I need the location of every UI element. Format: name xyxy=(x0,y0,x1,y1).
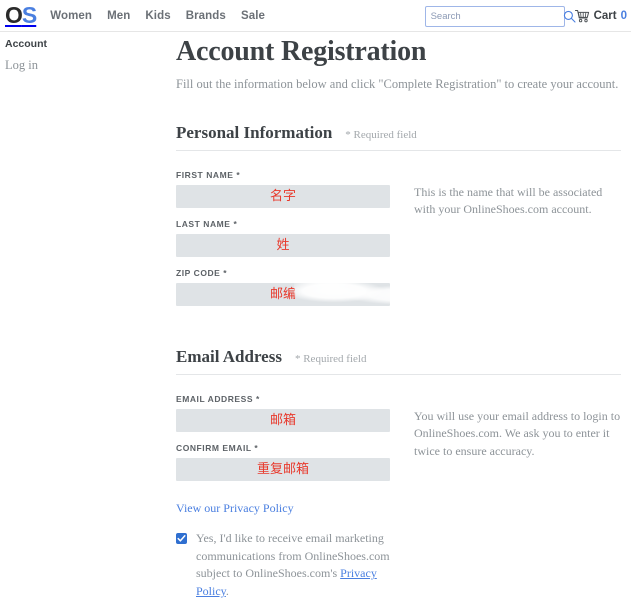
cart-label: Cart xyxy=(594,10,617,22)
annotation-confirm-email: 重复邮箱 xyxy=(257,463,309,476)
optin-checkbox[interactable] xyxy=(176,533,187,544)
search-box[interactable] xyxy=(425,6,565,27)
required-field-note: * Required field xyxy=(295,353,366,365)
annotation-email-address: 邮箱 xyxy=(270,414,296,427)
logo-letter-s: S xyxy=(22,4,36,27)
email-address-fields: EMAIL ADDRESS * 邮箱 CONFIRM EMAIL * 重复邮箱 … xyxy=(176,394,390,601)
last-name-input[interactable]: 姓 xyxy=(176,234,390,257)
section-divider xyxy=(176,150,621,151)
annotation-zip-code: 邮编 xyxy=(270,288,296,301)
cart-link[interactable]: Cart 0 xyxy=(575,9,627,23)
header-utilities: Cart 0 xyxy=(425,0,627,32)
account-sidebar: Account Log in xyxy=(5,38,115,73)
help-text-email: You will use your email address to login… xyxy=(414,408,621,460)
sidebar-item-log-in[interactable]: Log in xyxy=(5,58,115,73)
first-name-input[interactable]: 名字 xyxy=(176,185,390,208)
field-last-name: LAST NAME * 姓 xyxy=(176,219,390,257)
top-navigation-bar: OS Women Men Kids Brands Sale xyxy=(0,0,631,32)
registration-form: Account Registration Fill out the inform… xyxy=(176,36,621,601)
cart-count: 0 xyxy=(621,10,627,22)
section-header-email-address: Email Address * Required field xyxy=(176,347,621,367)
email-address-row: EMAIL ADDRESS * 邮箱 CONFIRM EMAIL * 重复邮箱 … xyxy=(176,394,621,601)
shopping-cart-icon xyxy=(575,9,590,23)
zip-code-input[interactable]: 邮编 xyxy=(176,283,390,306)
nav-item-kids[interactable]: Kids xyxy=(145,10,170,22)
nav-item-brands[interactable]: Brands xyxy=(186,10,226,22)
section-title: Email Address xyxy=(176,347,282,367)
main-nav: Women Men Kids Brands Sale xyxy=(50,10,265,22)
annotation-last-name: 姓 xyxy=(276,239,289,252)
field-label-last-name: LAST NAME * xyxy=(176,219,390,229)
personal-information-row: FIRST NAME * 名字 LAST NAME * 姓 ZIP CODE *… xyxy=(176,170,621,317)
section-divider xyxy=(176,374,621,375)
site-logo[interactable]: OS xyxy=(5,4,36,27)
nav-item-women[interactable]: Women xyxy=(50,10,92,22)
nav-item-men[interactable]: Men xyxy=(107,10,130,22)
search-input[interactable] xyxy=(431,11,563,22)
email-marketing-optin[interactable]: Yes, I'd like to receive email marketing… xyxy=(176,530,390,601)
page-intro-text: Fill out the information below and click… xyxy=(176,76,621,93)
personal-information-help: This is the name that will be associated… xyxy=(390,170,621,317)
logo-letter-o: O xyxy=(5,4,22,27)
field-label-email-address: EMAIL ADDRESS * xyxy=(176,394,390,404)
page-title: Account Registration xyxy=(176,36,621,68)
view-privacy-policy-link[interactable]: View our Privacy Policy xyxy=(176,501,294,516)
sidebar-heading-account: Account xyxy=(5,38,115,50)
email-address-input[interactable]: 邮箱 xyxy=(176,409,390,432)
nav-item-sale[interactable]: Sale xyxy=(241,10,265,22)
annotation-first-name: 名字 xyxy=(270,190,296,203)
field-zip-code: ZIP CODE * 邮编 xyxy=(176,268,390,306)
field-confirm-email: CONFIRM EMAIL * 重复邮箱 xyxy=(176,443,390,481)
email-address-help: You will use your email address to login… xyxy=(390,394,621,601)
section-title: Personal Information xyxy=(176,123,332,143)
field-first-name: FIRST NAME * 名字 xyxy=(176,170,390,208)
field-label-confirm-email: CONFIRM EMAIL * xyxy=(176,443,390,453)
personal-information-fields: FIRST NAME * 名字 LAST NAME * 姓 ZIP CODE *… xyxy=(176,170,390,317)
field-email-address: EMAIL ADDRESS * 邮箱 xyxy=(176,394,390,432)
field-label-first-name: FIRST NAME * xyxy=(176,170,390,180)
optin-text-after: . xyxy=(226,584,229,598)
section-header-personal-information: Personal Information * Required field xyxy=(176,123,621,143)
help-text-name: This is the name that will be associated… xyxy=(414,184,621,219)
optin-label: Yes, I'd like to receive email marketing… xyxy=(196,530,390,601)
confirm-email-input[interactable]: 重复邮箱 xyxy=(176,458,390,481)
field-label-zip-code: ZIP CODE * xyxy=(176,268,390,278)
required-field-note: * Required field xyxy=(345,129,416,141)
